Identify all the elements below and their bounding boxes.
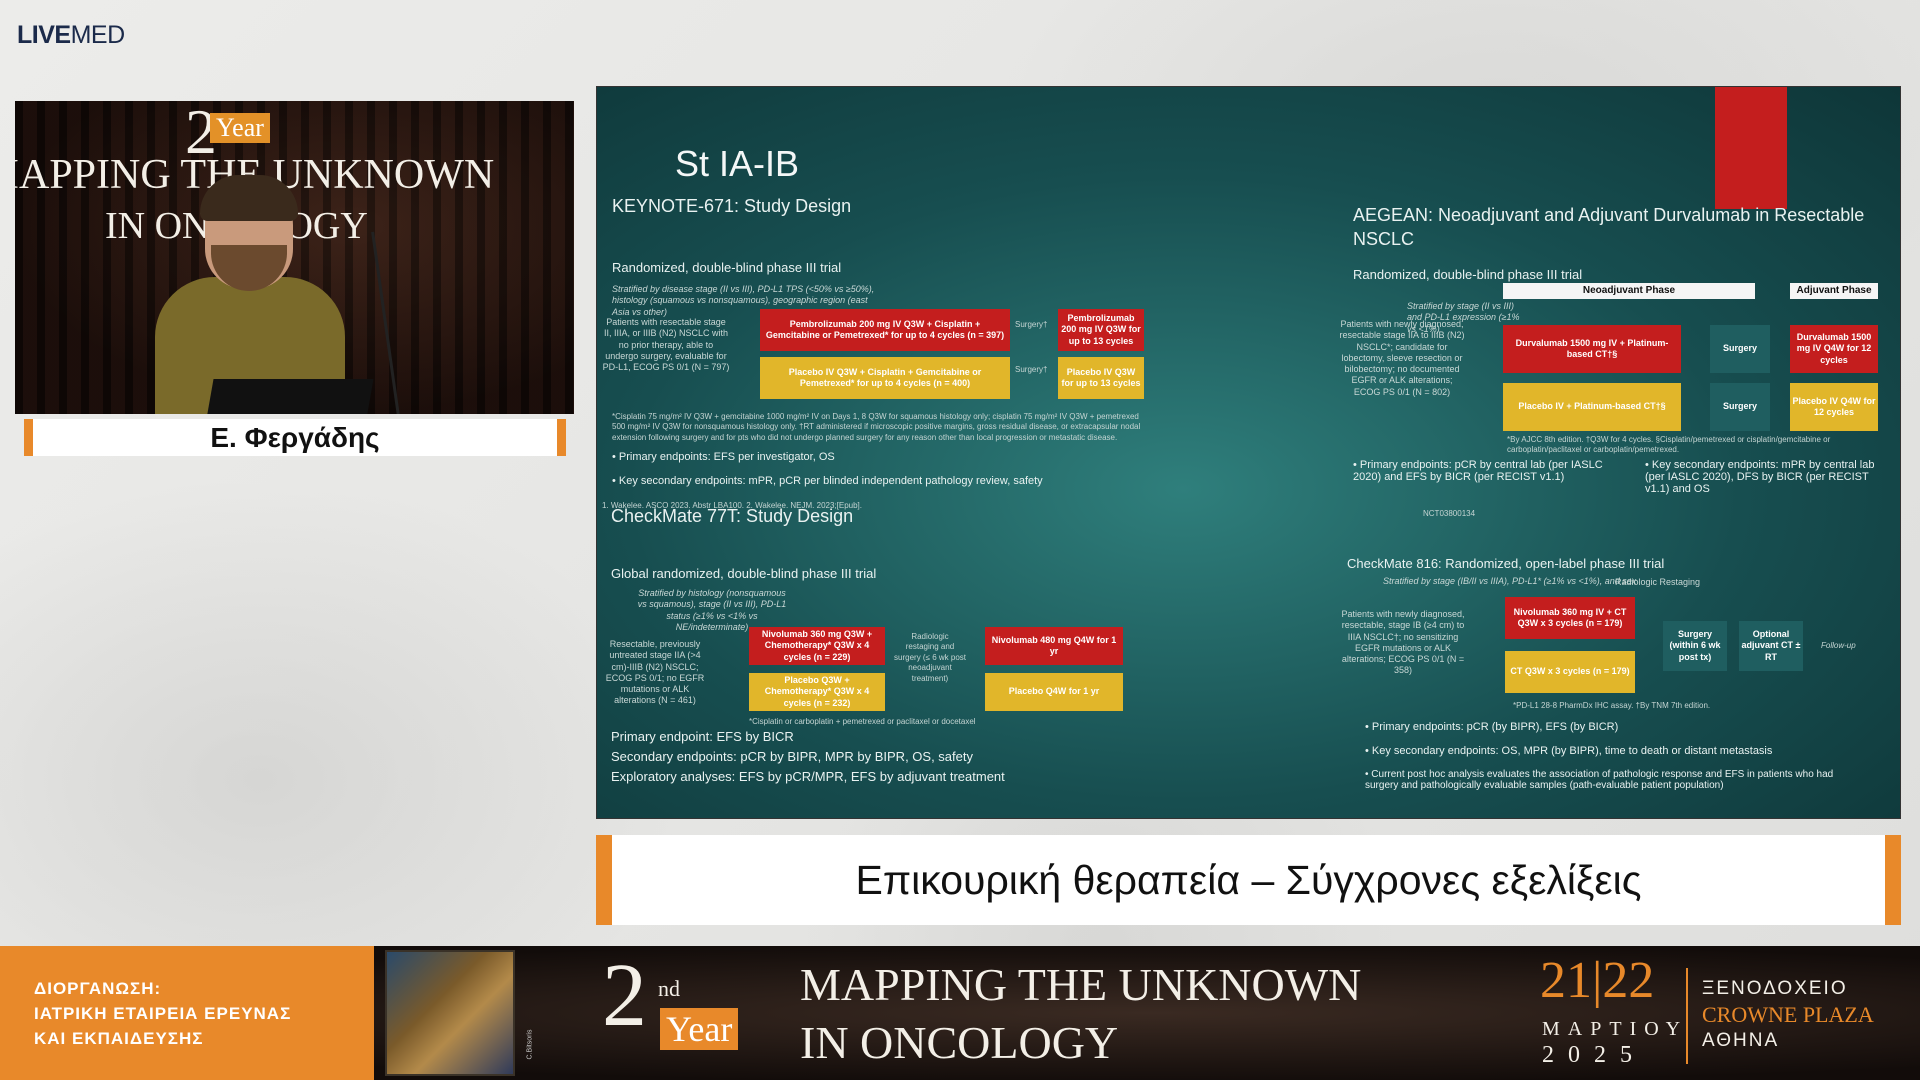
aegean-ep2: Key secondary endpoints: mPR by central … xyxy=(1645,459,1895,495)
slide-title: St IA-IB xyxy=(675,143,800,184)
organizer-block: ΔΙΟΡΓΑΝΩΣΗ: ΙΑΤΡΙΚΗ ΕΤΑΙΡΕΙΑ ΕΡΕΥΝΑΣ ΚΑΙ… xyxy=(0,946,374,1080)
aegean-adj-header: Adjuvant Phase xyxy=(1790,283,1878,299)
event-venue: ΞΕΝΟΔΟΧΕΙΟ CROWNE PLAZA ΑΘΗΝΑ xyxy=(1702,976,1874,1054)
cm816-restaging: Radiologic Restaging xyxy=(1615,577,1701,587)
k671-patients: Patients with resectable stage II, IIIA,… xyxy=(602,317,730,372)
camera-year-word: Year xyxy=(210,113,270,143)
aegean-arm2b: Placebo IV Q4W for 12 cycles xyxy=(1790,383,1878,431)
livemed-logo: LIVEMED xyxy=(17,21,125,49)
event-dates: 21|22 xyxy=(1540,952,1655,1009)
k671-surgery1: Surgery† xyxy=(1015,320,1048,329)
aegean-title: AEGEAN: Neoadjuvant and Adjuvant Durvalu… xyxy=(1353,205,1865,249)
cm77t-patients: Resectable, previously untreated stage I… xyxy=(605,639,705,706)
k671-ep1: Primary endpoints: EFS per investigator,… xyxy=(612,451,835,463)
cm816-arm2: CT Q3W x 3 cycles (n = 179) xyxy=(1505,651,1635,693)
aegean-arm1: Durvalumab 1500 mg IV + Platinum-based C… xyxy=(1503,325,1681,373)
speaker-name: Ε. Φεργάδης xyxy=(24,419,566,456)
presentation-slide: St IA-IB KEYNOTE-671: Study Design Rando… xyxy=(596,86,1901,819)
cm77t-arm1: Nivolumab 360 mg Q3W + Chemotherapy* Q3W… xyxy=(749,627,885,665)
slide-red-accent xyxy=(1715,87,1787,209)
speaker-video: 2nd Year IAPPING THE UNKNOWN IN ONCOLOGY xyxy=(15,101,574,414)
cm816-ep3: Current post hoc analysis evaluates the … xyxy=(1365,769,1865,791)
cm77t-mid: Radiologic restaging and surgery (≤ 6 wk… xyxy=(894,632,966,683)
organizer-name-2: ΚΑΙ ΕΚΠΑΙΔΕΥΣΗΣ xyxy=(34,1029,204,1048)
artwork-credit: C.Bitsoris xyxy=(526,1029,534,1060)
footer-divider xyxy=(1686,968,1688,1064)
k671-arm2b: Placebo IV Q3W for up to 13 cycles xyxy=(1058,357,1144,399)
cm816-ep1: Primary endpoints: pCR (by BIPR), EFS (b… xyxy=(1365,721,1618,733)
cm77t-design: Global randomized, double-blind phase II… xyxy=(611,566,877,581)
k671-title: KEYNOTE-671: Study Design xyxy=(612,196,852,216)
footer-year-suffix: nd xyxy=(658,976,680,1001)
aegean-neo-header: Neoadjuvant Phase xyxy=(1503,283,1755,299)
k671-surgery2: Surgery† xyxy=(1015,365,1048,374)
venue-label: ΞΕΝΟΔΟΧΕΙΟ xyxy=(1702,978,1848,999)
cm77t-note: *Cisplatin or carboplatin + pemetrexed o… xyxy=(749,717,976,726)
k671-ep2: Key secondary endpoints: mPR, pCR per bl… xyxy=(612,475,1043,487)
cm77t-arm2b: Placebo Q4W for 1 yr xyxy=(985,673,1123,711)
cm77t-ep3: Exploratory analyses: EFS by pCR/MPR, EF… xyxy=(611,769,1005,784)
aegean-ep1: Primary endpoints: pCR by central lab (p… xyxy=(1353,459,1623,483)
cm816-patients: Patients with newly diagnosed, resectabl… xyxy=(1341,609,1465,676)
aegean-patients: Patients with newly diagnosed, resectabl… xyxy=(1339,319,1465,397)
k671-arm2: Placebo IV Q3W + Cisplatin + Gemcitabine… xyxy=(760,357,1010,399)
venue-name: CROWNE PLAZA xyxy=(1702,1002,1874,1027)
cm816-followup: Follow-up xyxy=(1821,641,1856,650)
venue-city: ΑΘΗΝΑ xyxy=(1702,1030,1780,1051)
cm816-surgery: Surgery (within 6 wk post tx) xyxy=(1663,621,1727,671)
cm77t-title: CheckMate 77T: Study Design xyxy=(611,506,854,526)
cm77t-ep1: Primary endpoint: EFS by BICR xyxy=(611,729,794,744)
aegean-surgery1: Surgery xyxy=(1710,325,1770,373)
cm816-arm1: Nivolumab 360 mg IV + CT Q3W x 3 cycles … xyxy=(1505,597,1635,639)
organizer-label: ΔΙΟΡΓΑΝΩΣΗ: xyxy=(34,979,162,998)
footer-title-line2: IN ONCOLOGY xyxy=(800,1017,1119,1068)
cm816-footnote: *PD-L1 28-8 PharmDx IHC assay. †By TNM 7… xyxy=(1513,701,1711,710)
event-artwork xyxy=(385,950,515,1076)
cm816-title: CheckMate 816: Randomized, open-label ph… xyxy=(1347,556,1665,571)
aegean-surgery2: Surgery xyxy=(1710,383,1770,431)
event-year: 2025 xyxy=(1542,1042,1646,1068)
organizer-name-1: ΙΑΤΡΙΚΗ ΕΤΑΙΡΕΙΑ ΕΡΕΥΝΑΣ xyxy=(34,1004,292,1023)
talk-title-caption: Επικουρική θεραπεία – Σύγχρονες εξελίξει… xyxy=(596,835,1901,925)
event-footer: ΔΙΟΡΓΑΝΩΣΗ: ΙΑΤΡΙΚΗ ΕΤΑΙΡΕΙΑ ΕΡΕΥΝΑΣ ΚΑΙ… xyxy=(0,946,1920,1080)
aegean-footnote: *By AJCC 8th edition. †Q3W for 4 cycles.… xyxy=(1507,435,1831,455)
k671-arm1b: Pembrolizumab 200 mg IV Q3W for up to 13… xyxy=(1058,309,1144,351)
footer-title-line1: MAPPING THE UNKNOWN xyxy=(800,959,1362,1010)
aegean-nct: NCT03800134 xyxy=(1423,509,1476,518)
laptop xyxy=(206,379,374,414)
aegean-arm2: Placebo IV + Platinum-based CT†§ xyxy=(1503,383,1681,431)
cm77t-arm2: Placebo Q3W + Chemotherapy* Q3W x 4 cycl… xyxy=(749,673,885,711)
event-month: ΜΑΡΤΙΟΥ xyxy=(1542,1018,1689,1040)
k671-design: Randomized, double-blind phase III trial xyxy=(612,260,842,275)
footer-year-number: 2 xyxy=(602,946,647,1045)
aegean-arm1b: Durvalumab 1500 mg IV Q4W for 12 cycles xyxy=(1790,325,1878,373)
cm816-strat: Stratified by stage (IB/II vs IIIA), PD-… xyxy=(1383,576,1637,586)
footer-year-word: Year xyxy=(660,1008,739,1050)
aegean-design: Randomized, double-blind phase III trial xyxy=(1353,267,1583,282)
cm77t-arm1b: Nivolumab 480 mg Q4W for 1 yr xyxy=(985,627,1123,665)
cm816-ep2: Key secondary endpoints: OS, MPR (by BIP… xyxy=(1365,745,1772,757)
cm77t-ep2: Secondary endpoints: pCR by BIPR, MPR by… xyxy=(611,749,973,764)
k671-footnote: *Cisplatin 75 mg/m² IV Q3W + gemcitabine… xyxy=(612,412,1141,442)
cm816-adjuvant: Optional adjuvant CT ± RT xyxy=(1739,621,1803,671)
k671-arm1: Pembrolizumab 200 mg IV Q3W + Cisplatin … xyxy=(760,309,1010,351)
